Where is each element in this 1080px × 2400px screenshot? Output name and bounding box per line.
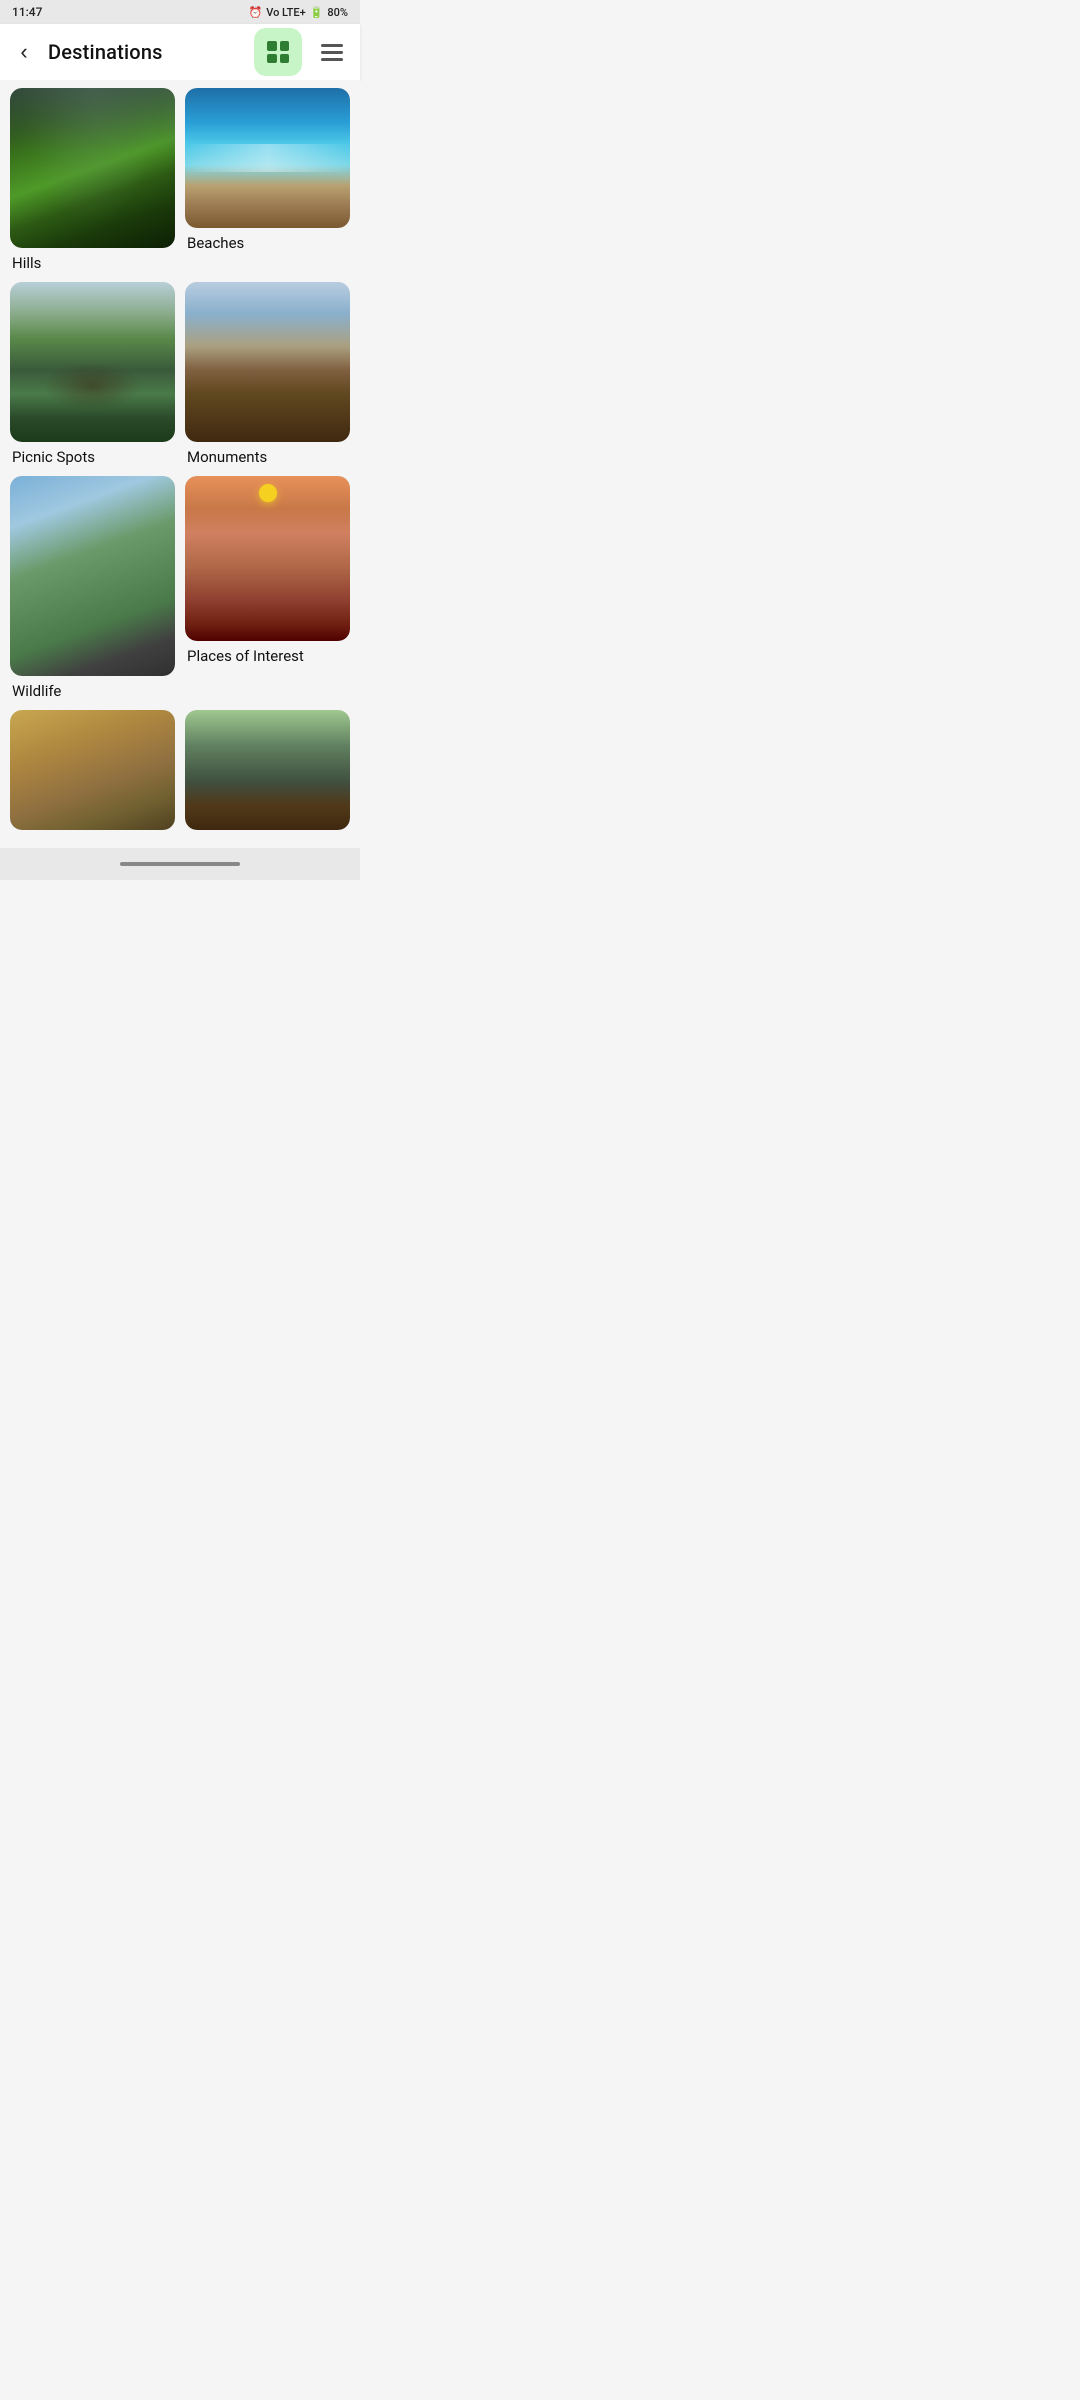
home-bar	[120, 862, 240, 866]
list-view-icon	[321, 44, 343, 61]
status-time: 11:47	[12, 5, 42, 19]
app-bar: ‹ Destinations	[0, 24, 360, 80]
partial-right-image	[185, 710, 350, 830]
picnic-spots-image	[10, 282, 175, 442]
places-of-interest-image	[185, 476, 350, 641]
battery-icon: 🔋	[310, 6, 324, 19]
beaches-label: Beaches	[185, 234, 350, 252]
destination-wildlife[interactable]: Wildlife	[10, 476, 175, 700]
destination-picnic-spots[interactable]: Picnic Spots	[10, 282, 175, 466]
places-of-interest-label: Places of Interest	[185, 647, 350, 665]
monuments-label: Monuments	[185, 448, 350, 466]
signal-icon: Vo LTE+	[266, 6, 305, 19]
grid-view-icon	[267, 41, 289, 63]
status-icons: ⏰ Vo LTE+ 🔋 80%	[249, 6, 348, 19]
list-view-button[interactable]	[312, 32, 352, 72]
destination-hills[interactable]: Hills	[10, 88, 175, 272]
back-button[interactable]: ‹	[4, 32, 44, 72]
destination-partial-right[interactable]	[185, 710, 350, 836]
battery-level: 80%	[327, 6, 348, 19]
destinations-content: Hills Beaches Picnic Spots Monuments	[0, 80, 360, 844]
wildlife-image	[10, 476, 175, 676]
status-bar: 11:47 ⏰ Vo LTE+ 🔋 80%	[0, 0, 360, 24]
grid-view-button[interactable]	[254, 28, 302, 76]
page-title: Destinations	[48, 40, 250, 64]
hills-label: Hills	[10, 254, 175, 272]
destination-partial-left[interactable]	[10, 710, 175, 836]
back-icon: ‹	[20, 39, 27, 65]
hills-image	[10, 88, 175, 248]
alarm-icon: ⏰	[249, 6, 263, 19]
home-indicator	[0, 848, 360, 880]
destinations-grid: Hills Beaches Picnic Spots Monuments	[10, 88, 350, 836]
wildlife-label: Wildlife	[10, 682, 175, 700]
partial-left-image	[10, 710, 175, 830]
beaches-image	[185, 88, 350, 228]
destination-places-of-interest[interactable]: Places of Interest	[185, 476, 350, 700]
destination-beaches[interactable]: Beaches	[185, 88, 350, 272]
picnic-spots-label: Picnic Spots	[10, 448, 175, 466]
destination-monuments[interactable]: Monuments	[185, 282, 350, 466]
monuments-image	[185, 282, 350, 442]
